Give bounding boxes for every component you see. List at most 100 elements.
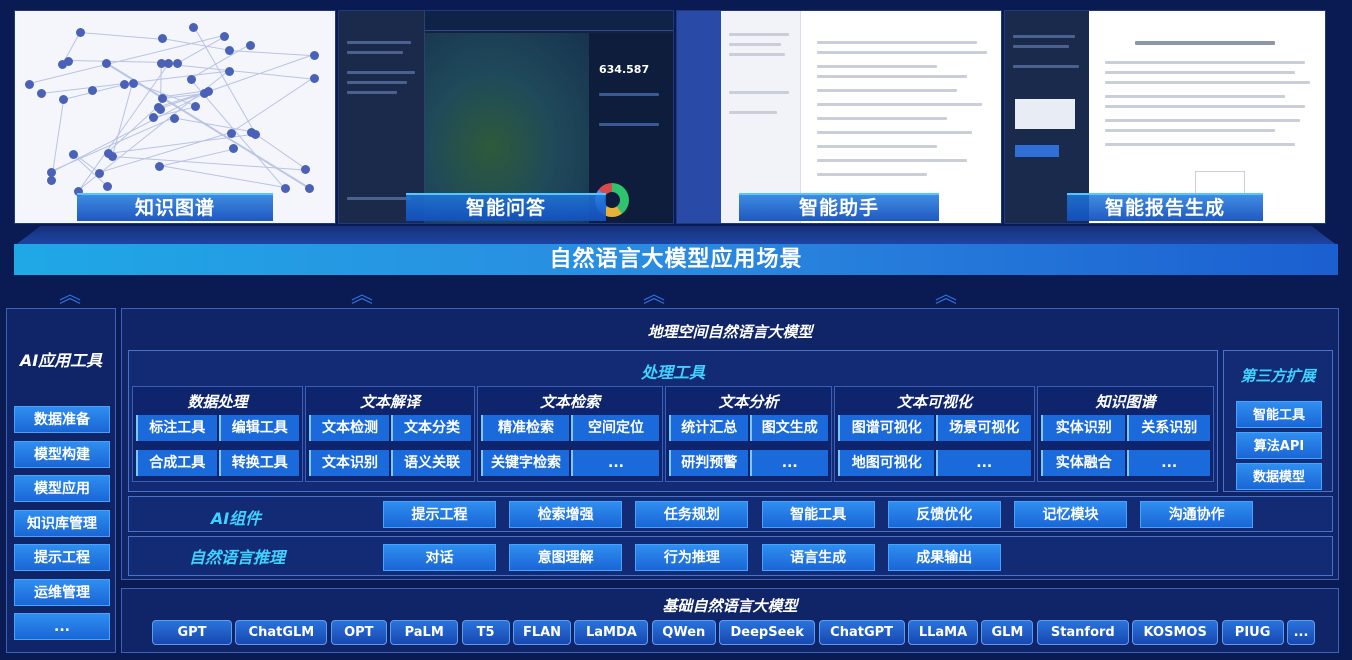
graph-edge xyxy=(79,31,163,40)
graph-node xyxy=(158,34,168,44)
ai-component-button[interactable]: 反馈优化 xyxy=(887,501,1001,528)
third-party-item[interactable]: 智能工具 xyxy=(1236,401,1322,428)
processing-tool-button[interactable]: 合成工具 xyxy=(136,450,217,476)
scenario-label-smart-qa: 智能问答 xyxy=(406,193,606,221)
processing-tool-button[interactable]: 实体融合 xyxy=(1041,450,1125,476)
processing-tool-button[interactable]: 实体识别 xyxy=(1041,415,1125,441)
processing-tool-button[interactable]: 统计汇总 xyxy=(669,415,748,441)
ai-component-button[interactable]: 检索增强 xyxy=(509,501,623,528)
graph-node xyxy=(172,58,182,68)
ai-tool-item[interactable]: 模型构建 xyxy=(14,440,110,468)
third-party-item[interactable]: 数据模型 xyxy=(1236,463,1322,490)
processing-tool-button[interactable]: 图文生成 xyxy=(749,415,828,441)
scenario-label-report-generation: 智能报告生成 xyxy=(1067,193,1263,221)
base-model-chip[interactable]: GLM xyxy=(981,620,1034,645)
scene-banner-title: 自然语言大模型应用场景 xyxy=(14,244,1338,275)
ai-tool-item[interactable]: ... xyxy=(14,613,110,640)
smart-qa-panel[interactable]: 634.587 智能问答 xyxy=(338,10,674,224)
nl-reasoning-button[interactable]: 成果输出 xyxy=(887,544,1001,571)
nl-reasoning-button[interactable]: 语言生成 xyxy=(761,544,875,571)
graph-node xyxy=(37,89,47,99)
base-model-chip[interactable]: ChatGPT xyxy=(818,620,905,645)
processing-tool-button[interactable]: 编辑工具 xyxy=(218,415,299,441)
graph-node xyxy=(164,59,174,69)
processing-group-title: 文本检索 xyxy=(539,393,600,411)
processing-tool-button[interactable]: 文本检测 xyxy=(309,415,389,441)
processing-tool-button[interactable]: 关键字检索 xyxy=(481,450,569,476)
ai-tool-item[interactable]: 知识库管理 xyxy=(14,509,110,537)
base-model-chip[interactable]: ... xyxy=(1287,620,1315,645)
base-model-chip[interactable]: LaMDA xyxy=(574,620,649,645)
knowledge-graph-panel[interactable]: 知识图谱 xyxy=(14,10,336,224)
processing-tool-button[interactable]: 语义关联 xyxy=(391,450,471,476)
graph-node xyxy=(170,114,180,124)
base-model-chip[interactable]: OPT xyxy=(330,620,387,645)
nl-reasoning-button[interactable]: 行为推理 xyxy=(635,544,749,571)
base-model-chip[interactable]: DeepSeek xyxy=(719,620,816,645)
ai-tool-item[interactable]: 运维管理 xyxy=(14,578,110,606)
ai-tool-item[interactable]: 提示工程 xyxy=(14,544,110,571)
ai-component-button[interactable]: 提示工程 xyxy=(383,501,496,528)
processing-tool-button[interactable]: 研判预警 xyxy=(669,450,748,476)
nl-reasoning-button[interactable]: 对话 xyxy=(383,544,496,571)
scene-banner-bevel xyxy=(14,226,1338,246)
processing-tool-button[interactable]: ... xyxy=(571,450,659,476)
processing-tool-button[interactable]: 文本分类 xyxy=(391,415,471,441)
graph-node xyxy=(128,78,138,88)
base-model-chip[interactable]: PIUG xyxy=(1221,620,1284,645)
graph-node xyxy=(309,74,319,84)
graph-node xyxy=(154,161,164,171)
base-model-chip[interactable]: Stanford xyxy=(1036,620,1129,645)
graph-node xyxy=(301,165,311,175)
graph-edge xyxy=(230,77,314,133)
third-party-item[interactable]: 算法API xyxy=(1236,432,1322,459)
ai-component-button[interactable]: 沟通协作 xyxy=(1140,501,1254,528)
processing-tool-button[interactable]: ... xyxy=(1126,450,1210,476)
graph-node xyxy=(203,87,213,97)
ai-component-button[interactable]: 任务规划 xyxy=(635,501,749,528)
base-model-title: 基础自然语言大模型 xyxy=(662,597,798,615)
base-model-chip[interactable]: ChatGLM xyxy=(235,620,328,645)
processing-tool-button[interactable]: 空间定位 xyxy=(571,415,659,441)
base-model-chip[interactable]: GPT xyxy=(152,620,232,645)
processing-group-title: 文本可视化 xyxy=(896,393,972,411)
base-model-chip[interactable]: FLAN xyxy=(513,620,571,645)
graph-node xyxy=(280,183,290,193)
base-model-chip[interactable]: QWen xyxy=(651,620,716,645)
graph-node xyxy=(309,51,319,61)
processing-tool-button[interactable]: 文本识别 xyxy=(309,450,389,476)
processing-tool-button[interactable]: ... xyxy=(749,450,828,476)
graph-node xyxy=(191,101,201,111)
ai-component-button[interactable]: 记忆模块 xyxy=(1014,501,1127,528)
base-model-chip[interactable]: KOSMOS xyxy=(1132,620,1219,645)
processing-tool-button[interactable]: ... xyxy=(935,450,1031,476)
processing-tool-button[interactable]: 精准检索 xyxy=(481,415,569,441)
base-model-chip[interactable]: T5 xyxy=(461,620,510,645)
base-model-chip[interactable]: LLaMA xyxy=(908,620,978,645)
ai-tools-title: AI应用工具 xyxy=(19,351,103,370)
processing-group-title: 文本解译 xyxy=(359,393,420,411)
ai-component-button[interactable]: 智能工具 xyxy=(761,501,875,528)
processing-tool-button[interactable]: 场景可视化 xyxy=(935,415,1031,441)
report-generation-panel[interactable]: 智能报告生成 xyxy=(1004,10,1326,224)
qa-map-toolbar xyxy=(425,11,673,31)
chevron-up-icon: ︽ xyxy=(934,283,957,308)
chevron-up-icon: ︽ xyxy=(58,283,81,308)
ai-tool-item[interactable]: 数据准备 xyxy=(14,406,110,433)
report-document-view xyxy=(1095,31,1325,201)
processing-tool-button[interactable]: 地图可视化 xyxy=(838,450,934,476)
processing-tool-button[interactable]: 图谱可视化 xyxy=(838,415,934,441)
ai-components-title: AI组件 xyxy=(210,509,262,528)
processing-tool-button[interactable]: 标注工具 xyxy=(136,415,217,441)
nl-reasoning-title: 自然语言推理 xyxy=(188,548,285,567)
nl-reasoning-button[interactable]: 意图理解 xyxy=(509,544,623,571)
assistant-answer-area xyxy=(807,31,997,201)
graph-node xyxy=(304,183,314,193)
processing-tool-button[interactable]: 转换工具 xyxy=(218,450,299,476)
graph-node xyxy=(103,181,112,191)
base-model-chip[interactable]: PaLM xyxy=(390,620,459,645)
smart-assistant-panel[interactable]: 智能助手 xyxy=(676,10,1002,224)
geo-model-title: 地理空间自然语言大模型 xyxy=(647,323,813,341)
processing-tool-button[interactable]: 关系识别 xyxy=(1126,415,1210,441)
ai-tool-item[interactable]: 模型应用 xyxy=(14,475,110,502)
